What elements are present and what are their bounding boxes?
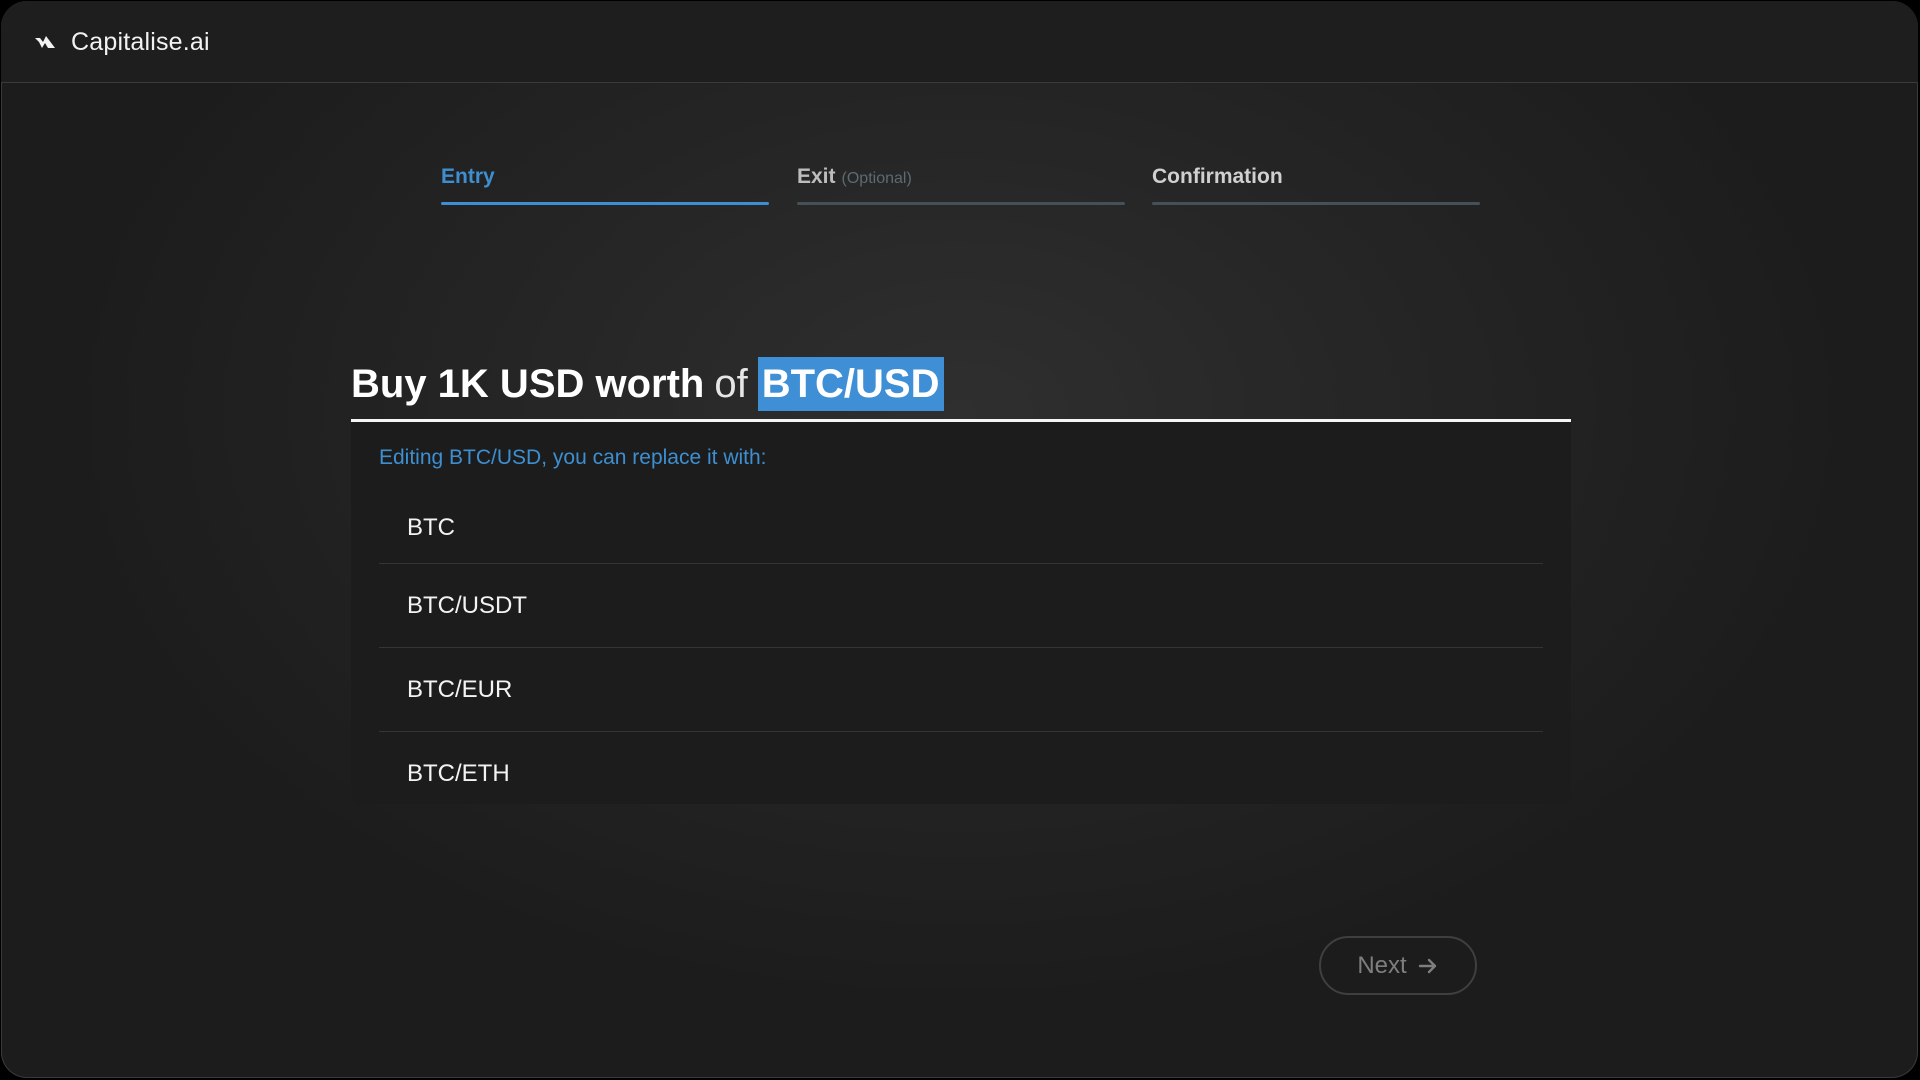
brand[interactable]: Capitalise.ai xyxy=(33,27,210,57)
strategy-sentence-input[interactable]: Buy 1K USD worth of BTC/USD xyxy=(351,349,1571,422)
tab-confirmation-indicator xyxy=(1152,202,1480,205)
arrow-right-icon xyxy=(1418,958,1436,973)
capitalise-logo-icon xyxy=(35,36,55,48)
brand-name: Capitalise.ai xyxy=(71,27,210,56)
tab-exit[interactable]: Exit (Optional) xyxy=(797,165,1125,205)
selected-symbol-token[interactable]: BTC/USD xyxy=(757,357,944,411)
suggestion-list: BTC BTC/USDT BTC/EUR BTC/ETH xyxy=(379,493,1543,804)
next-button[interactable]: Next xyxy=(1319,936,1477,995)
tab-entry-indicator xyxy=(441,202,769,205)
sentence-part-of: of xyxy=(714,361,748,406)
suggestion-option[interactable]: BTC/EUR xyxy=(379,648,1543,732)
suggestion-option[interactable]: BTC/ETH xyxy=(379,732,1543,804)
tab-exit-label: Exit xyxy=(797,165,836,188)
sentence-part-action: Buy 1K USD worth xyxy=(351,361,705,406)
symbol-suggestions-dropdown: Editing BTC/USD, you can replace it with… xyxy=(351,422,1571,804)
app-window: Capitalise.ai Entry Exit (Optional) Confi… xyxy=(1,1,1918,1078)
tab-confirmation[interactable]: Confirmation xyxy=(1152,165,1480,205)
tab-exit-optional-note: (Optional) xyxy=(841,170,912,187)
tab-exit-indicator xyxy=(797,202,1125,205)
next-button-label: Next xyxy=(1357,951,1407,979)
tab-entry-label: Entry xyxy=(441,165,495,188)
suggestion-option[interactable]: BTC xyxy=(379,493,1543,564)
tab-confirmation-label: Confirmation xyxy=(1152,165,1283,188)
top-bar: Capitalise.ai xyxy=(1,1,1918,83)
tab-entry[interactable]: Entry xyxy=(441,165,769,205)
dropdown-hint: Editing BTC/USD, you can replace it with… xyxy=(379,446,767,469)
step-tabs: Entry Exit (Optional) Confirmation xyxy=(441,165,1481,205)
suggestion-option[interactable]: BTC/USDT xyxy=(379,564,1543,648)
